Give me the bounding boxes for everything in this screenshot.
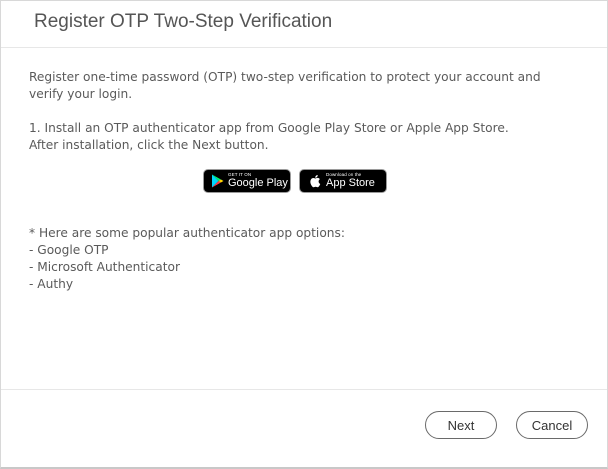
store-badges: GET IT ON Google Play Download on the Ap… [203, 169, 387, 193]
install-step-note: After installation, click the Next butto… [29, 138, 269, 152]
list-item: - Microsoft Authenticator [29, 260, 180, 274]
dialog-title: Register OTP Two-Step Verification [34, 11, 333, 32]
google-play-badge[interactable]: GET IT ON Google Play [203, 169, 291, 193]
apple-icon [308, 174, 322, 188]
dialog-header: Register OTP Two-Step Verification [1, 1, 607, 48]
install-step: 1. Install an OTP authenticator app from… [29, 120, 549, 154]
app-store-badge[interactable]: Download on the App Store [299, 169, 387, 193]
otp-dialog: Register OTP Two-Step Verification Regis… [0, 0, 608, 469]
intro-text: Register one-time password (OTP) two-ste… [29, 70, 541, 101]
tips-heading: * Here are some popular authenticator ap… [29, 226, 345, 240]
app-store-label: App Store [326, 177, 375, 190]
dialog-body: Register one-time password (OTP) two-ste… [29, 69, 549, 154]
next-button[interactable]: Next [425, 411, 497, 439]
google-play-icon [210, 174, 224, 188]
list-item: - Google OTP [29, 243, 109, 257]
dialog-footer: Next Cancel [1, 389, 607, 468]
install-step-line: 1. Install an OTP authenticator app from… [29, 121, 509, 135]
cancel-button[interactable]: Cancel [516, 411, 588, 439]
list-item: - Authy [29, 277, 74, 291]
google-play-label: Google Play [228, 177, 288, 190]
authenticator-tips: * Here are some popular authenticator ap… [29, 225, 345, 293]
